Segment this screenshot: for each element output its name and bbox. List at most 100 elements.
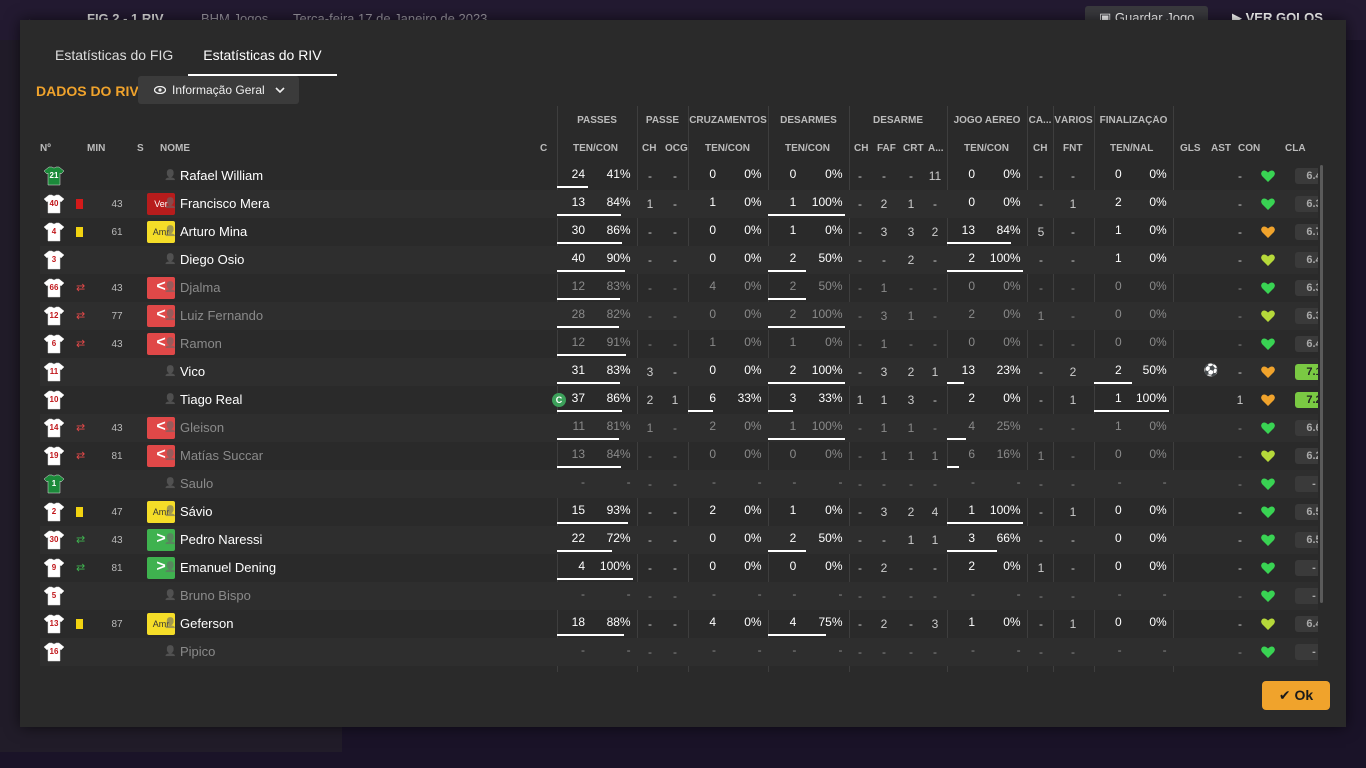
pass-ch: - <box>648 225 652 239</box>
a: - <box>933 197 937 211</box>
col-header-desarme-ch[interactable]: CH <box>854 143 868 154</box>
table-row[interactable]: 5 👤 Bruno Bispo - - - - - - - - - - - - - - - - - - - - <box>40 582 1318 610</box>
shots-percent: 0% <box>1149 531 1167 545</box>
col-header-aereo-ten-con[interactable]: TEN/CON <box>964 143 1009 154</box>
col-header-faf[interactable]: FAF <box>877 143 896 154</box>
table-row[interactable]: 3 👤 Diego Osio 40 90% 0 0% 2 50% 2 100% 1 0% - - - - 2 - - -… <box>40 246 1318 274</box>
tackle-ch: - <box>858 253 862 267</box>
rating-badge: 6.5 <box>1295 504 1318 520</box>
tab-riv-stats[interactable]: Estatísticas do RIV <box>188 42 337 76</box>
shirt-number: 14 <box>49 423 59 432</box>
col-header-min[interactable]: MIN <box>87 143 105 154</box>
aerial-attempted: 2 <box>968 251 975 265</box>
pass-ch: 2 <box>646 393 654 407</box>
group-header-jogo-aereo: JOGO AÉREO <box>953 115 1021 126</box>
aerial-percent: 84% <box>996 223 1021 237</box>
fnt: - <box>1071 533 1075 547</box>
col-header-passe-ocg[interactable]: OCG <box>665 143 688 154</box>
col-header-gls[interactable]: GLS <box>1180 143 1201 154</box>
passes-attempted: 4 <box>578 559 585 573</box>
col-header-c[interactable]: C <box>540 143 547 154</box>
col-header-ca-ch[interactable]: CH <box>1033 143 1047 154</box>
ast: - <box>1238 561 1242 575</box>
tackle-ch: - <box>858 561 862 575</box>
table-row[interactable]: 13 87 Amr 👤 Geferson 18 88% 4 0% 4 75% 1 0% 0 0% - - -2-3… <box>40 610 1318 638</box>
table-row[interactable]: 66 ⇄ 43 < 👤 Djalma 12 83% 4 0% 2 50% 0 0% 0 0% - - -1- - - - -… <box>40 274 1318 302</box>
tackles-attempted: 1 <box>789 419 797 433</box>
crt: - <box>909 617 913 631</box>
col-header-fin-ten-nal[interactable]: TEN/NAL <box>1110 143 1153 154</box>
col-header-cruz-ten-con[interactable]: TEN/CON <box>705 143 750 154</box>
table-row[interactable]: 30 ⇄ 43 > 👤 Pedro Naressi 22 72% 0 0% 2 50% 3 66% 0 0% -… <box>40 526 1318 554</box>
col-header-fnt[interactable]: FNT <box>1063 143 1082 154</box>
tab-fig-stats[interactable]: Estatísticas do FIG <box>40 42 188 76</box>
rating-badge: - <box>1295 476 1318 492</box>
tackles-attempted: 0 <box>789 167 797 181</box>
col-header-con[interactable]: CON <box>1238 143 1260 154</box>
pass-ocg: - <box>673 197 677 211</box>
table-row[interactable]: 12 ⇄ 77 < 👤 Luiz Fernando 28 82% 0 0% 2 100% 2 0% 0 0% -… <box>40 302 1318 330</box>
pass-ocg: - <box>673 505 677 519</box>
tackles-percent: 0% <box>825 223 843 237</box>
shirt-number: 13 <box>49 619 59 628</box>
shirt-icon: 6 <box>43 333 65 355</box>
col-header-num[interactable]: Nº <box>40 143 51 154</box>
pass-ocg: - <box>673 281 677 295</box>
passes-bar <box>557 466 621 468</box>
faf: - <box>882 477 886 491</box>
table-row[interactable]: 21 👤 Rafael William 24 41% 0 0% 0 0% 0 0% 0 0% - - - - - 1… <box>40 162 1318 190</box>
shots-attempted: 0 <box>1114 615 1122 629</box>
crosses-percent: 0% <box>744 195 762 209</box>
col-header-des-ten-con[interactable]: TEN/CON <box>785 143 830 154</box>
table-row[interactable]: 19 ⇄ 81 < 👤 Matías Succar 13 84% 0 0% 0 0% 6 16% 0 0% - -… <box>40 442 1318 470</box>
scrollbar[interactable] <box>1320 165 1323 603</box>
crosses-attempted: 2 <box>709 503 716 517</box>
tackles-percent: 100% <box>811 195 843 209</box>
table-row[interactable]: 6⇄43<👤Ramon1291%10%10%00%00%---1-----6.4 <box>40 330 1318 358</box>
col-header-ast[interactable]: AST <box>1211 143 1231 154</box>
passes-bar <box>557 270 625 272</box>
col-header-passes-ten-con[interactable]: TEN/CON <box>573 143 618 154</box>
crt: - <box>909 169 913 183</box>
shirt-icon: 4 <box>43 221 65 243</box>
aerial-attempted: - <box>971 475 975 489</box>
ast: - <box>1238 253 1242 267</box>
sub-out-icon: ⇄ <box>76 310 86 322</box>
table-row[interactable]: 10 👤 Tiago Real C 37 86% 6 33% 3 33% 2 0% 1 100% 2 1 1 1 3… <box>40 386 1318 414</box>
col-header-a[interactable]: A... <box>928 143 944 154</box>
crosses-percent: 0% <box>744 307 762 321</box>
table-row[interactable]: 9 ⇄ 81 > 👤 Emanuel Dening 4 100% 0 0% 0 0% 2 0% 0 0% - - -… <box>40 554 1318 582</box>
col-header-passe-ch[interactable]: CH <box>642 143 656 154</box>
rating-badge: 6.4 <box>1295 336 1318 352</box>
ok-button[interactable]: ✔ Ok <box>1262 681 1330 710</box>
table-row[interactable]: 16 👤 Pipico - - - - - - - - - - - - - - - - - - - - <box>40 638 1318 666</box>
table-row[interactable]: 2 47 Amr 👤 Sávio 15 93% 2 0% 1 0% 1 100% 0 0% - - -3 2 4-1-… <box>40 498 1318 526</box>
table-row[interactable]: 14 ⇄ 43 < 👤 Gleison 11 81% 2 0% 1 100% 4 25% 1 0% 1- -1 1-… <box>40 414 1318 442</box>
tackles-percent: - <box>838 587 843 601</box>
view-dropdown[interactable]: Informação Geral <box>138 76 299 104</box>
crt: 3 <box>907 393 915 407</box>
col-header-s[interactable]: S <box>137 143 144 154</box>
passes-attempted: 31 <box>571 363 585 377</box>
pass-ch: - <box>648 281 652 295</box>
col-header-name[interactable]: NOME <box>160 143 190 154</box>
table-row[interactable]: 40 43 Ver 👤 Francisco Mera 13 84% 1 0% 1 100% 0 0% 2 0… <box>40 190 1318 218</box>
player-table: 21 👤 Rafael William 24 41% 0 0% 0 0% 0 0% 0 0% - - - - -1… <box>40 162 1318 672</box>
eye-icon <box>154 86 166 94</box>
pass-ocg: - <box>673 169 677 183</box>
table-row[interactable]: 11 👤 Vico 31 83% 0 0% 2 100% 13 23% 2 50% 3 - - 3 2 1 - 2 - ⚽ 7… <box>40 358 1318 386</box>
aerial-bar <box>947 522 1023 524</box>
aerial-bar <box>947 382 964 384</box>
col-header-crt[interactable]: CRT <box>903 143 924 154</box>
shirt-icon: 2 <box>43 501 65 523</box>
table-row[interactable]: 4 61 Amr 👤 Arturo Mina 30 86% 0 0% 1 0% 13 84% 1 0% - - -… <box>40 218 1318 246</box>
check-icon: ✔ <box>1278 687 1295 703</box>
tackles-attempted: 2 <box>789 251 797 265</box>
ca-ch: 5 <box>1037 225 1045 239</box>
shirt-number: 40 <box>49 199 59 208</box>
tackles-attempted: 1 <box>789 335 797 349</box>
table-row[interactable]: 1 👤 Saulo - - - - - - - - - - - - - - - - - - - - <box>40 470 1318 498</box>
fnt: - <box>1071 589 1075 603</box>
shots-percent: 50% <box>1142 363 1167 377</box>
col-header-cla[interactable]: CLA <box>1285 143 1306 154</box>
